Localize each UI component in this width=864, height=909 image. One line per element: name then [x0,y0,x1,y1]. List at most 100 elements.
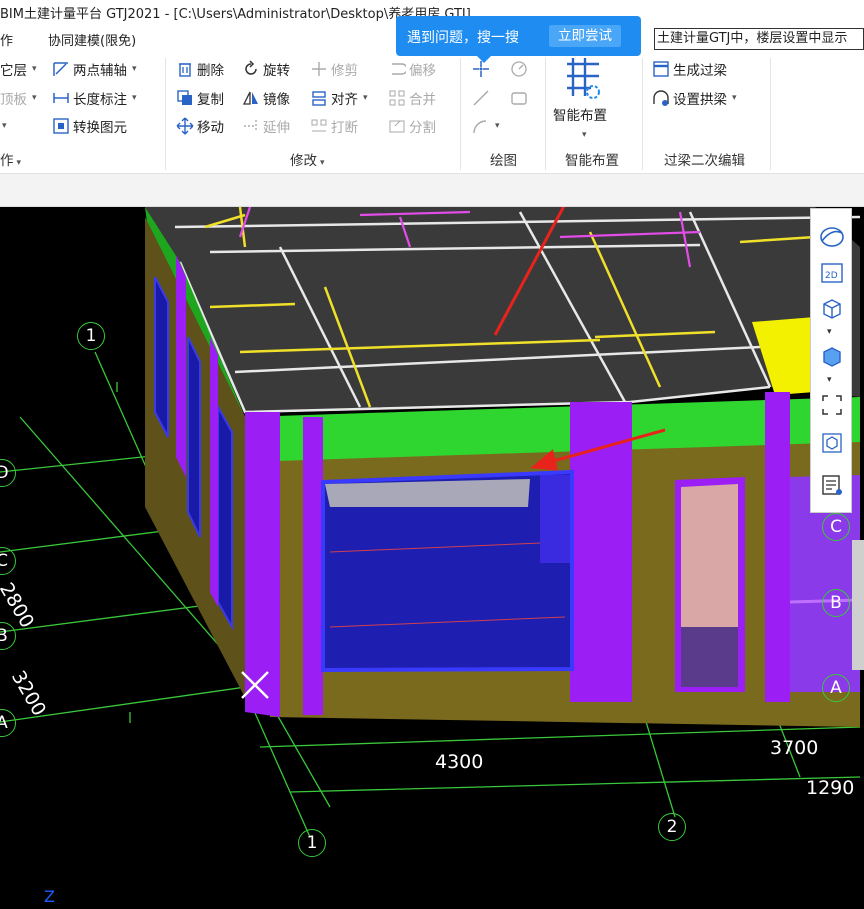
dimension-3700: 3700 [770,737,819,759]
extend-icon [242,117,260,135]
extend-button[interactable]: 延伸 [242,115,290,137]
fullscreen-icon[interactable] [817,391,847,419]
ribbon-separator [165,58,166,170]
dimension-1290: 1290 [806,777,855,799]
chevron-down-icon: ▾ [582,130,587,140]
copy-layer-label: 它层 [0,63,27,79]
view-toolbar: 2D ▾ ▾ [810,208,852,513]
length-dim-button[interactable]: 长度标注 ▾ [52,87,137,109]
axis-marker-2: 2 [658,813,686,841]
group-lintel-text: 过梁二次编辑 [664,153,745,169]
orbit-icon[interactable] [817,223,847,251]
offset-icon [388,60,406,78]
roof-slab [145,207,860,412]
trim-label: 修剪 [331,63,358,79]
chevron-down-icon: ▾ [132,64,137,74]
chevron-down-icon: ▾ [32,64,37,74]
align-icon [310,89,328,107]
break-label: 打断 [331,120,358,136]
ribbon-separator [770,58,771,170]
generate-lintel-button[interactable]: 生成过梁 [652,58,727,80]
menu-item-ops[interactable]: 作 [0,30,13,49]
group-label-smart: 智能布置 [565,149,619,169]
smart-layout-dropdown[interactable]: ▾ [580,124,587,146]
group-ops-text: 作 [0,153,14,169]
length-dim-label: 长度标注 [73,92,127,108]
axis-marker-1-bottom: 1 [298,829,326,857]
move-button[interactable]: 移动 [176,115,224,137]
trim-button[interactable]: 修剪 [310,58,358,80]
length-dim-icon [52,89,70,107]
delete-button[interactable]: 删除 [176,58,224,80]
axis-marker-B-right: B [822,589,850,617]
slab-label: 顶板 [0,92,27,108]
slab-button[interactable]: 顶板 ▾ [0,87,37,109]
generate-lintel-label: 生成过梁 [673,63,727,79]
set-arch-beam-button[interactable]: 设置拱梁 ▾ [652,87,737,109]
smart-layout-button[interactable]: 智能布置 [553,103,607,125]
rect-draw-button[interactable] [510,87,528,109]
solid-box-icon[interactable] [817,343,847,371]
door-lower [681,627,738,687]
chevron-down-icon: ▾ [732,93,737,103]
tooltip-text: 遇到问题，搜一搜 [407,30,519,46]
line-draw-button[interactable] [472,87,490,109]
toolbar-strip [0,174,864,207]
merge-button[interactable]: 合并 [388,87,436,109]
chevron-down-icon: ▾ [320,158,325,168]
2d-icon[interactable]: 2D [817,259,847,287]
merge-icon [388,89,406,107]
lintel-icon [652,60,670,78]
copy-label: 复制 [197,92,224,108]
viewport-scrollbar[interactable] [852,540,864,670]
chevron-down-icon: ▾ [132,93,137,103]
ribbon-separator [642,58,643,170]
smart-layout-label: 智能布置 [553,108,607,124]
z-axis-label: Z [44,887,55,906]
split-button[interactable]: 分割 [388,115,436,137]
break-button[interactable]: 打断 [310,115,358,137]
group-draw-text: 绘图 [490,153,517,169]
group-label-draw: 绘图 [490,149,517,169]
rotate-button[interactable]: 旋转 [242,58,290,80]
copy-button[interactable]: 复制 [176,87,224,109]
convert-label: 转换图元 [73,120,127,136]
dimension-4300: 4300 [435,751,484,773]
chevron-down-icon: ▾ [32,93,37,103]
menu-item-collab[interactable]: 协同建模(限免) [48,30,136,49]
convert-button[interactable]: 转换图元 [52,115,127,137]
axis-marker-C-right: C [822,513,850,541]
building-3d-view [0,207,861,838]
chevron-down-icon[interactable]: ▾ [827,327,832,337]
mirror-button[interactable]: 镜像 [242,87,290,109]
align-button[interactable]: 对齐 ▾ [310,87,368,109]
trim-icon [310,60,328,78]
mirror-icon [242,89,260,107]
two-point-axis-button[interactable]: 两点辅轴 ▾ [52,58,137,80]
rotate-point-button[interactable] [510,58,528,80]
two-point-axis-icon [52,60,70,78]
display-settings-icon[interactable] [817,471,847,499]
smart-layout-icon[interactable] [563,56,603,100]
search-input[interactable]: 土建计量GTJ中，楼层设置中显示 [654,28,864,50]
try-now-button[interactable]: 立即尝试 [549,25,621,47]
extend-label: 延伸 [263,120,290,136]
offset-label: 偏移 [409,63,436,79]
left-dropdown-button[interactable]: ▾ [0,115,7,137]
axis-marker-1-top: 1 [77,322,105,350]
copy-layer-button[interactable]: 它层 ▾ [0,58,37,80]
align-label: 对齐 [331,92,358,108]
cube-view-icon[interactable] [817,429,847,457]
chevron-down-icon[interactable]: ▾ [827,375,832,385]
two-point-axis-label: 两点辅轴 [73,63,127,79]
3d-viewport[interactable]: 1 1 2 D C B A C B A 4300 3700 1290 3200 … [0,207,864,909]
chevron-down-icon: ▾ [495,121,500,131]
chevron-down-icon: ▾ [363,93,368,103]
convert-icon [52,117,70,135]
move-label: 移动 [197,120,224,136]
arc-draw-button[interactable]: ▾ [472,115,500,137]
group-label-modify: 修改 ▾ [290,149,325,169]
3d-box-icon[interactable] [817,295,847,323]
rotate-label: 旋转 [263,63,290,79]
offset-button[interactable]: 偏移 [388,58,436,80]
